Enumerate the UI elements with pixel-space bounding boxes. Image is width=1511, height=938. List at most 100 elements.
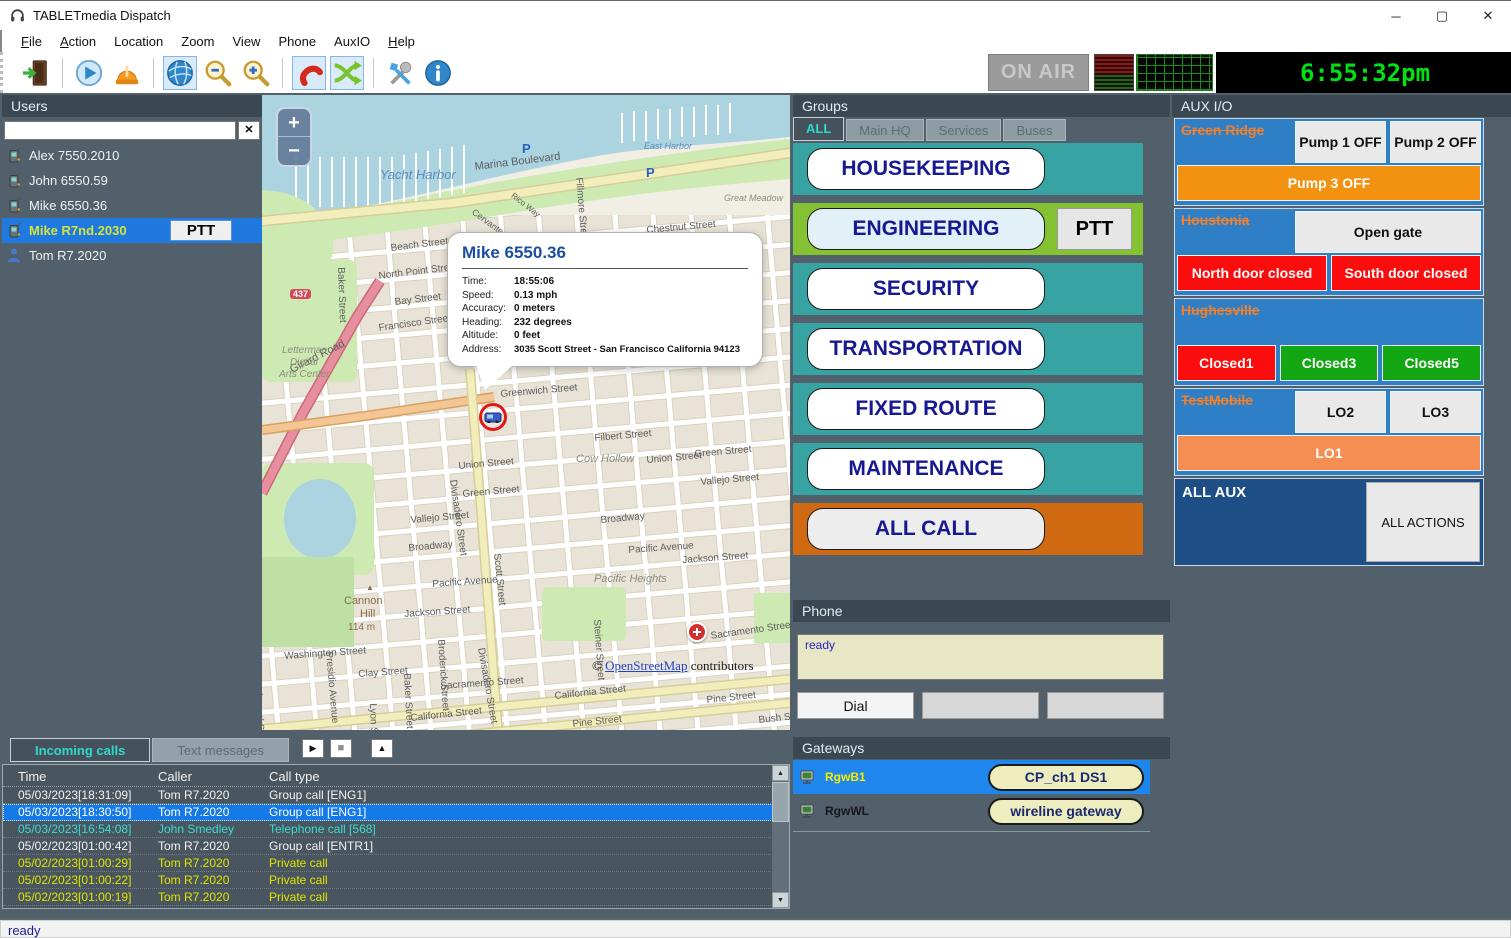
scroll-down-button[interactable]: ▼ (772, 892, 789, 908)
menu-item-auxio[interactable]: AuxIO (325, 32, 379, 51)
groups-tab-all[interactable]: ALL (793, 117, 844, 141)
gateways-panel-title: Gateways (793, 737, 1170, 759)
calls-tab-text-messages[interactable]: Text messages (152, 738, 289, 762)
user-location-marker[interactable] (479, 403, 507, 431)
menu-item-help[interactable]: Help (379, 32, 424, 51)
aux-button-closed5[interactable]: Closed5 (1382, 345, 1481, 381)
aux-bottom-row: LO1 (1177, 435, 1481, 471)
groups-tab-main-hq[interactable]: Main HQ (846, 119, 923, 141)
call-row[interactable]: 05/02/2023[01:00:22]Tom R7.2020Private c… (3, 872, 789, 889)
openstreetmap-link[interactable]: OpenStreetMap (605, 658, 687, 673)
group-call-button-fixed-route[interactable]: FIXED ROUTE (807, 388, 1045, 430)
zoom-in-icon[interactable] (239, 56, 273, 90)
user-row-mike-r7nd-2030[interactable]: Mike R7nd.2030PTT (2, 218, 262, 243)
aux-bottom-row: Pump 3 OFF (1177, 165, 1481, 201)
menu-item-file[interactable]: File (12, 32, 51, 51)
gateway-row-rgwb1[interactable]: RgwB1CP_ch1 DS1 (793, 760, 1150, 794)
gateway-row-rgwwl[interactable]: RgwWLwireline gateway (793, 794, 1150, 828)
menu-item-zoom[interactable]: Zoom (172, 32, 223, 51)
portable-radio-icon (6, 197, 23, 214)
siren-icon[interactable] (110, 56, 144, 90)
calls-scrollbar[interactable]: ▲ ▼ (772, 765, 789, 908)
aux-button-south-door-closed[interactable]: South door closed (1331, 255, 1481, 291)
close-button[interactable]: ✕ (1465, 1, 1511, 31)
tools-icon[interactable] (383, 56, 417, 90)
group-call-button-transportation[interactable]: TRANSPORTATION (807, 328, 1045, 370)
call-row[interactable]: 05/02/2023[01:00:19]Tom R7.2020Private c… (3, 889, 789, 906)
play-button[interactable]: ▶ (302, 739, 324, 758)
call-row[interactable]: 05/03/2023[18:30:50]Tom R7.2020Group cal… (3, 804, 789, 821)
users-search-input[interactable] (4, 121, 236, 140)
popup-field-value: 232 degrees (514, 317, 572, 328)
aux-button-open-gate[interactable]: Open gate (1295, 211, 1481, 253)
gateway-channel-button[interactable]: wireline gateway (988, 798, 1144, 825)
map-zoom-in-button[interactable]: + (278, 109, 310, 137)
call-row[interactable]: 05/03/2023[16:54:08]John SmedleyTelephon… (3, 821, 789, 838)
group-call-button-security[interactable]: SECURITY (807, 268, 1045, 310)
aux-button-pump-3-off[interactable]: Pump 3 OFF (1177, 165, 1481, 201)
call-row[interactable]: 05/03/2023[18:31:09]Tom R7.2020Group cal… (3, 787, 789, 804)
call-time: 05/03/2023[16:54:08] (18, 822, 158, 836)
hospital-marker-icon (687, 622, 707, 642)
aux-button-lo2[interactable]: LO2 (1295, 391, 1386, 433)
user-ptt-button[interactable]: PTT (170, 220, 232, 241)
aux-button-north-door-closed[interactable]: North door closed (1177, 255, 1327, 291)
crosspatch-icon[interactable] (330, 56, 364, 90)
up-button[interactable]: ▲ (371, 739, 393, 758)
group-call-button-engineering[interactable]: ENGINEERING (807, 208, 1045, 250)
aux-button-closed3[interactable]: Closed3 (1280, 345, 1379, 381)
aux-button-lo1[interactable]: LO1 (1177, 435, 1481, 471)
call-time: 05/02/2023[01:00:29] (18, 856, 158, 870)
on-air-indicator: ON AIR (988, 54, 1089, 91)
zoom-out-icon[interactable] (201, 56, 235, 90)
map-globe-icon[interactable] (163, 56, 197, 90)
aux-button-pump-2-off[interactable]: Pump 2 OFF (1390, 121, 1481, 163)
group-call-button-maintenance[interactable]: MAINTENANCE (807, 448, 1045, 490)
user-row-alex-7550-2010[interactable]: Alex 7550.2010 (2, 143, 262, 168)
call-type: Private call (269, 873, 328, 887)
maximize-button[interactable]: ▢ (1419, 1, 1465, 31)
scroll-up-button[interactable]: ▲ (772, 765, 789, 781)
user-row-tom-r7-2020[interactable]: Tom R7.2020 (2, 243, 262, 268)
groups-tab-services[interactable]: Services (926, 119, 1002, 141)
phone-display[interactable]: ready (797, 634, 1164, 680)
attribution-suffix: contributors (691, 658, 754, 673)
groups-tab-buses[interactable]: Buses (1003, 119, 1065, 141)
phone-blank-button[interactable] (1047, 692, 1164, 719)
calls-panel: Incoming callsText messages ▶■▲ TimeCall… (2, 737, 790, 909)
call-caller: Tom R7.2020 (158, 805, 269, 819)
play-icon[interactable] (72, 56, 106, 90)
menu-item-location[interactable]: Location (105, 32, 172, 51)
group-ptt-button[interactable]: PTT (1057, 208, 1132, 250)
info-icon[interactable] (421, 56, 455, 90)
minimize-button[interactable]: ─ (1373, 1, 1419, 31)
menu-item-phone[interactable]: Phone (269, 32, 325, 51)
toolbar-separator (373, 58, 374, 88)
scrollbar-thumb[interactable] (772, 782, 789, 822)
menu-item-view[interactable]: View (224, 32, 270, 51)
call-row[interactable]: 05/02/2023[01:00:29]Tom R7.2020Private c… (3, 855, 789, 872)
all-actions-button[interactable]: ALL ACTIONS (1366, 482, 1480, 562)
user-row-mike-6550-36[interactable]: Mike 6550.36 (2, 193, 262, 218)
user-row-john-6550-59[interactable]: John 6550.59 (2, 168, 262, 193)
aux-button-pump-1-off[interactable]: Pump 1 OFF (1295, 121, 1386, 163)
exit-icon[interactable] (19, 56, 53, 90)
call-caller: Tom R7.2020 (158, 890, 269, 904)
phone-icon[interactable] (292, 56, 326, 90)
aux-button-closed1[interactable]: Closed1 (1177, 345, 1276, 381)
dial-button[interactable]: Dial (797, 692, 914, 719)
stop-button[interactable]: ■ (330, 739, 352, 758)
group-call-button-housekeeping[interactable]: HOUSEKEEPING (807, 148, 1045, 190)
map-zoom-out-button[interactable]: − (278, 137, 310, 165)
group-call-button-all-call[interactable]: ALL CALL (807, 508, 1045, 550)
gateway-channel-button[interactable]: CP_ch1 DS1 (988, 764, 1144, 791)
phone-blank-button[interactable] (922, 692, 1039, 719)
call-row[interactable]: 05/02/2023[01:00:42]Tom R7.2020Group cal… (3, 838, 789, 855)
map[interactable]: Yacht HarborEast HarborGreat MeadowPPMar… (262, 95, 790, 730)
popup-field-value: 0 meters (514, 303, 555, 314)
users-search-clear-button[interactable]: ✕ (238, 121, 260, 140)
calls-tab-incoming-calls[interactable]: Incoming calls (10, 738, 150, 762)
menu-item-action[interactable]: Action (51, 32, 105, 51)
portable-radio-icon (6, 222, 23, 239)
aux-button-lo3[interactable]: LO3 (1390, 391, 1481, 433)
